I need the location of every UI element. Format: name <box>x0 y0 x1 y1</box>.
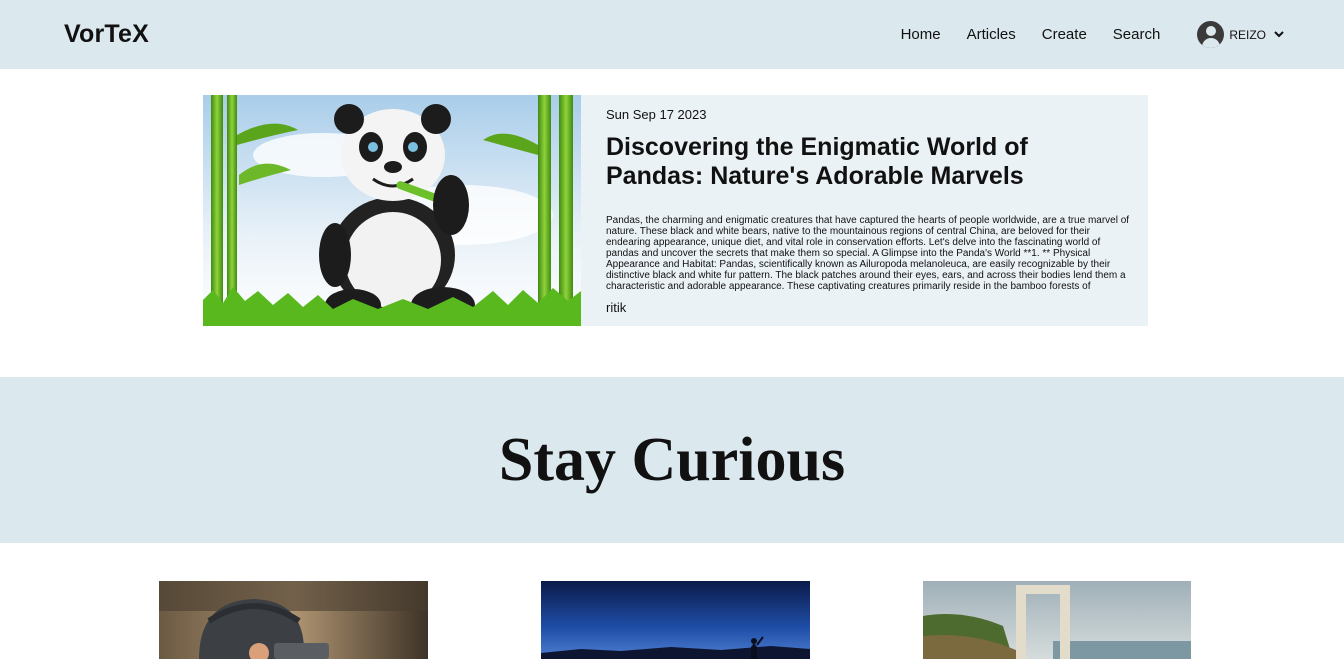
nav-articles[interactable]: Articles <box>967 26 1016 43</box>
article-card-image[interactable] <box>923 581 1191 659</box>
user-name: REIZO <box>1229 27 1266 42</box>
nav-search[interactable]: Search <box>1113 26 1161 43</box>
article-card-image[interactable] <box>541 581 810 659</box>
user-menu[interactable]: REIZO <box>1197 21 1284 48</box>
hero-banner: Stay Curious <box>0 377 1344 543</box>
nav-links: Home Articles Create Search <box>875 26 1161 43</box>
article-excerpt: Pandas, the charming and enigmatic creat… <box>606 215 1130 292</box>
user-circle-icon <box>1197 21 1225 48</box>
nav-home[interactable]: Home <box>901 26 941 43</box>
banner-heading: Stay Curious <box>498 425 846 494</box>
article-card-image[interactable] <box>159 581 428 659</box>
article-title[interactable]: Discovering the Enigmatic World of Panda… <box>606 133 1130 191</box>
site-logo[interactable]: VorTeX <box>64 20 149 49</box>
navbar: VorTeX Home Articles Create Search REIZO <box>0 0 1344 69</box>
featured-article[interactable]: Sun Sep 17 2023 Discovering the Enigmati… <box>203 95 1148 326</box>
chevron-down-icon[interactable] <box>1274 31 1284 38</box>
article-date: Sun Sep 17 2023 <box>606 107 707 122</box>
featured-body: Sun Sep 17 2023 Discovering the Enigmati… <box>581 95 1148 326</box>
nav-right: Home Articles Create Search REIZO <box>875 21 1284 48</box>
featured-image[interactable] <box>203 95 581 326</box>
nav-create[interactable]: Create <box>1042 26 1087 43</box>
article-author: ritik <box>606 300 627 315</box>
